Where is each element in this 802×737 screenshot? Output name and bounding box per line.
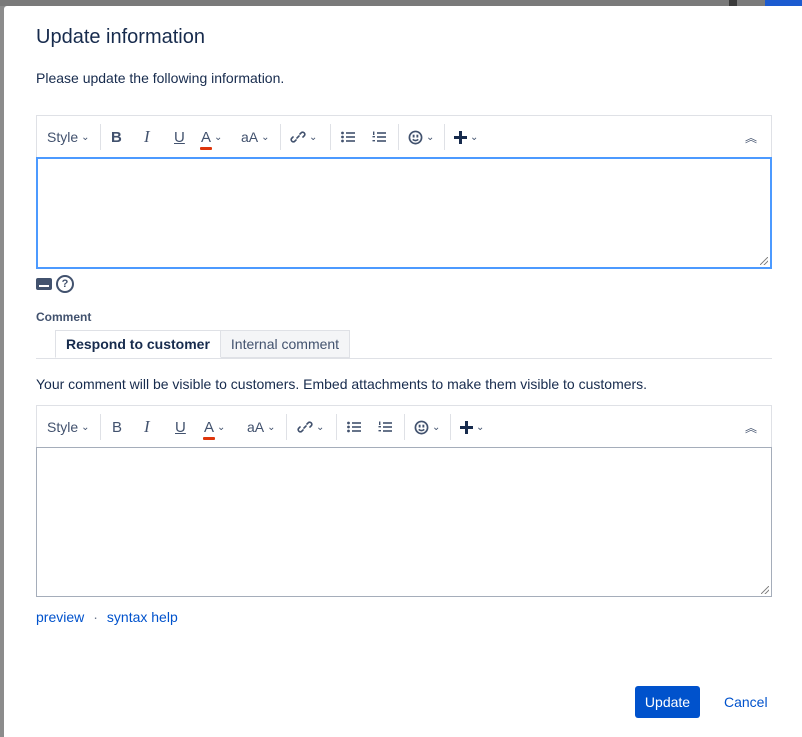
toolbar-divider (444, 124, 445, 150)
editor-toolbar-1: Style ⌄ B I U A ⌄ aA ⌄ ⌄ ⌄ ⌄ ︽ (36, 115, 772, 157)
editor-toolbar-2: Style ⌄ B I U A ⌄ aA ⌄ ⌄ ⌄ ⌄ ︽ (36, 405, 772, 447)
dialog-title: Update information (36, 26, 205, 48)
resize-handle[interactable] (760, 257, 768, 265)
editor-links: preview · syntax help (36, 609, 178, 625)
cancel-button[interactable]: Cancel (716, 686, 776, 718)
insert-more-button[interactable]: ⌄ (454, 116, 478, 158)
toolbar-divider (450, 414, 451, 440)
toolbar-divider (286, 414, 287, 440)
update-information-dialog: Update information Please update the fol… (4, 6, 802, 737)
tabs-divider (36, 358, 772, 359)
emoji-icon (408, 130, 423, 144)
text-size-button[interactable]: aA ⌄ (241, 116, 270, 158)
toolbar-divider (100, 124, 101, 150)
numbered-list-icon (378, 421, 392, 432)
dialog-description: Please update the following information. (36, 70, 285, 86)
editor-helpers: ? (36, 275, 74, 293)
comment-textarea[interactable] (36, 447, 772, 597)
emoji-button[interactable]: ⌄ (414, 406, 440, 448)
chevron-down-icon: ⌄ (217, 421, 226, 433)
text-size-icon: aA (247, 419, 265, 435)
toolbar-divider (280, 124, 281, 150)
style-label: Style (47, 129, 79, 145)
bullet-list-button[interactable] (341, 116, 355, 158)
tab-respond-to-customer[interactable]: Respond to customer (55, 330, 221, 358)
resize-handle[interactable] (761, 586, 769, 594)
style-dropdown[interactable]: Style ⌄ (47, 116, 90, 158)
link-icon (297, 421, 313, 433)
bullet-list-button[interactable] (347, 406, 361, 448)
comment-visibility-note: Your comment will be visible to customer… (36, 376, 648, 392)
chevron-down-icon: ⌄ (470, 131, 479, 143)
text-size-icon: aA (241, 129, 259, 145)
chevron-down-icon: ⌄ (214, 131, 223, 143)
link-separator: · (93, 609, 98, 625)
italic-button[interactable]: I (144, 116, 150, 158)
chevron-down-icon: ⌄ (267, 421, 276, 433)
keyboard-shortcuts-icon[interactable] (36, 278, 52, 290)
toolbar-divider (100, 414, 101, 440)
text-color-icon: A (199, 128, 213, 150)
link-icon (290, 131, 306, 143)
text-color-button[interactable]: A ⌄ (199, 116, 223, 158)
toolbar-divider (330, 124, 331, 150)
underline-button[interactable]: U (174, 116, 185, 158)
insert-more-button[interactable]: ⌄ (460, 406, 484, 448)
text-color-button[interactable]: A ⌄ (202, 406, 226, 448)
chevron-down-icon: ⌄ (476, 421, 485, 433)
bullet-list-icon (347, 421, 361, 433)
text-size-button[interactable]: aA ⌄ (247, 406, 276, 448)
plus-icon (454, 130, 467, 144)
bold-button[interactable]: B (112, 406, 122, 448)
chevron-down-icon: ⌄ (81, 131, 90, 143)
style-label: Style (47, 419, 79, 435)
chevron-down-icon: ⌄ (316, 421, 325, 433)
numbered-list-button[interactable] (372, 116, 386, 158)
collapse-toolbar-button[interactable]: ︽ (745, 406, 757, 448)
comment-tabs: Respond to customer Internal comment (55, 330, 351, 359)
chevron-down-icon: ⌄ (426, 131, 435, 143)
chevron-down-icon: ⌄ (309, 131, 318, 143)
tab-internal-comment[interactable]: Internal comment (220, 330, 351, 358)
syntax-help-link[interactable]: syntax help (107, 609, 178, 625)
underline-button[interactable]: U (175, 406, 186, 448)
toolbar-divider (336, 414, 337, 440)
bullet-list-icon (341, 131, 355, 143)
double-chevron-up-icon: ︽ (745, 130, 758, 145)
preview-link[interactable]: preview (36, 609, 84, 625)
numbered-list-button[interactable] (378, 406, 392, 448)
chevron-down-icon: ⌄ (261, 131, 270, 143)
link-button[interactable]: ⌄ (297, 406, 324, 448)
link-button[interactable]: ⌄ (290, 116, 317, 158)
text-color-icon: A (202, 418, 216, 440)
help-icon[interactable]: ? (56, 275, 74, 293)
plus-icon (460, 420, 473, 434)
chevron-down-icon: ⌄ (81, 421, 90, 433)
chevron-down-icon: ⌄ (432, 421, 441, 433)
toolbar-divider (398, 124, 399, 150)
emoji-button[interactable]: ⌄ (408, 116, 434, 158)
information-textarea[interactable] (36, 157, 772, 269)
bold-button[interactable]: B (111, 116, 122, 158)
comment-label: Comment (36, 310, 92, 324)
toolbar-divider (404, 414, 405, 440)
collapse-toolbar-button[interactable]: ︽ (745, 116, 757, 158)
numbered-list-icon (372, 131, 386, 142)
update-button[interactable]: Update (635, 686, 700, 718)
italic-button[interactable]: I (144, 406, 150, 448)
double-chevron-up-icon: ︽ (745, 420, 758, 435)
style-dropdown[interactable]: Style ⌄ (47, 406, 90, 448)
emoji-icon (414, 420, 429, 434)
